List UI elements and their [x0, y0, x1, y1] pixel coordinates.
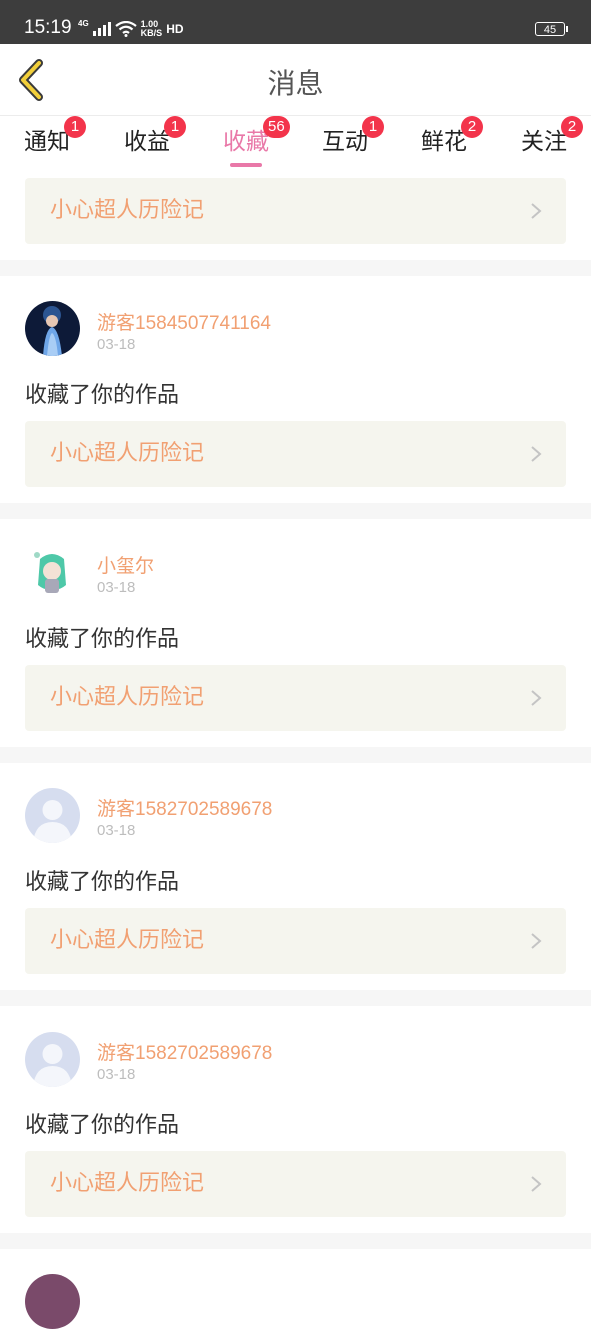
hd-indicator: HD: [166, 22, 184, 36]
avatar[interactable]: [25, 788, 80, 843]
action-text: 收藏了你的作品: [25, 1113, 180, 1138]
header: 消息: [0, 44, 591, 116]
work-card[interactable]: 小心超人历险记: [25, 908, 566, 974]
net-speed-unit: KB/S: [140, 28, 163, 38]
chevron-right-icon: [531, 933, 542, 949]
work-card[interactable]: 小心超人历险记: [25, 665, 566, 731]
avatar[interactable]: [25, 1032, 80, 1087]
chevron-right-icon: [531, 1176, 542, 1192]
work-title: 小心超人历险记: [50, 1171, 205, 1196]
chevron-right-icon: [531, 690, 542, 706]
tab-badge: 1: [164, 116, 186, 138]
tab-badge: 2: [561, 116, 583, 138]
divider: [0, 503, 591, 519]
status-time: 15:19: [24, 17, 72, 38]
battery-icon: 45: [535, 22, 568, 36]
work-card[interactable]: 小心超人历险记: [25, 178, 566, 244]
tab-favorites[interactable]: 收藏 56: [223, 116, 290, 172]
work-card[interactable]: 小心超人历险记: [25, 1151, 566, 1217]
tab-follows[interactable]: 关注 2: [521, 116, 583, 172]
date: 03-18: [97, 822, 136, 839]
date: 03-18: [97, 579, 136, 596]
username[interactable]: 游客1582702589678: [97, 794, 272, 821]
tab-bar: 通知 1 收益 1 收藏 56 互动 1 鲜花 2 关注 2: [0, 116, 591, 172]
tab-flowers[interactable]: 鲜花 2: [421, 116, 483, 172]
chevron-right-icon: [531, 446, 542, 462]
tab-notifications[interactable]: 通知 1: [24, 116, 86, 172]
work-title: 小心超人历险记: [50, 685, 205, 710]
network-type: 4G: [78, 19, 89, 28]
date: 03-18: [97, 336, 136, 353]
divider: [0, 990, 591, 1006]
anime-avatar-icon: [25, 545, 80, 600]
tab-badge: 2: [461, 116, 483, 138]
action-text: 收藏了你的作品: [25, 383, 180, 408]
status-indicators: 4G 1.00 KB/S HD: [78, 19, 184, 39]
tab-interactions[interactable]: 互动 1: [322, 116, 384, 172]
chevron-right-icon: [531, 203, 542, 219]
tab-label: 收益: [124, 129, 170, 155]
tab-badge: 1: [362, 116, 384, 138]
work-title: 小心超人历险记: [50, 441, 205, 466]
avatar[interactable]: [25, 1274, 80, 1329]
username[interactable]: 游客1584507741164: [97, 308, 271, 335]
wifi-icon: [114, 21, 137, 37]
divider: [0, 1233, 591, 1249]
date: 03-18: [97, 1066, 136, 1083]
tab-badge: 56: [263, 116, 290, 138]
default-avatar-icon: [25, 788, 80, 843]
battery-level: 45: [543, 24, 557, 36]
tab-earnings[interactable]: 收益 1: [124, 116, 186, 172]
active-tab-indicator: [230, 163, 262, 167]
work-title: 小心超人历险记: [50, 928, 205, 953]
net-speed: 1.00 KB/S: [141, 20, 163, 38]
avatar[interactable]: [25, 301, 80, 356]
status-bar: 15:19 4G 1.00 KB/S HD 45: [0, 0, 591, 44]
username[interactable]: 小玺尔: [97, 551, 154, 578]
divider: [0, 260, 591, 276]
tab-label: 通知: [24, 129, 70, 155]
work-title: 小心超人历险记: [50, 198, 205, 223]
photo-avatar-icon: [25, 301, 80, 356]
work-card[interactable]: 小心超人历险记: [25, 421, 566, 487]
tab-label: 鲜花: [421, 129, 467, 155]
page-title: 消息: [267, 67, 324, 100]
tab-label: 互动: [322, 129, 368, 155]
signal-icon: [92, 22, 111, 36]
avatar[interactable]: [25, 545, 80, 600]
action-text: 收藏了你的作品: [25, 870, 180, 895]
default-avatar-icon: [25, 1032, 80, 1087]
tab-label: 关注: [521, 129, 567, 155]
action-text: 收藏了你的作品: [25, 627, 180, 652]
tab-badge: 1: [64, 116, 86, 138]
tab-label: 收藏: [223, 129, 269, 155]
username[interactable]: 游客1582702589678: [97, 1038, 272, 1065]
divider: [0, 747, 591, 763]
